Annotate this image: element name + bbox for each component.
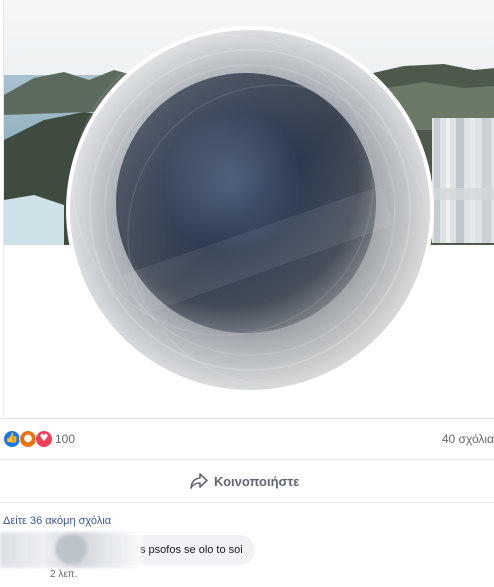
- comment-author-blurred[interactable]: [0, 532, 142, 568]
- reaction-count[interactable]: 100: [55, 432, 75, 446]
- love-icon: ♥: [35, 430, 53, 448]
- glitch-artifact-image: [432, 118, 494, 243]
- comment-item: s psofos se olo to soi: [0, 532, 494, 572]
- comment-text: s psofos se olo to soi: [140, 544, 243, 556]
- post-action-bar: Κοινοποιήστε: [0, 459, 494, 503]
- comments-count-link[interactable]: 40 σχόλια: [442, 432, 494, 446]
- profile-avatar-circle[interactable]: [63, 25, 437, 395]
- comment-timestamp[interactable]: 2 λεπ.: [50, 569, 77, 580]
- share-button[interactable]: Κοινοποιήστε: [190, 469, 299, 493]
- post-photo[interactable]: [3, 0, 494, 417]
- share-arrow-icon: [190, 473, 208, 489]
- share-button-label: Κοινοποιήστε: [214, 473, 300, 489]
- view-more-comments-link[interactable]: Δείτε 36 ακόμη σχόλια: [3, 515, 111, 527]
- post-stats-bar: 👍 ● ♥ 100 40 σχόλια: [0, 418, 494, 459]
- facebook-post: 👍 ● ♥ 100 40 σχόλια Κοινοποιήστε Δείτε 3…: [0, 0, 494, 587]
